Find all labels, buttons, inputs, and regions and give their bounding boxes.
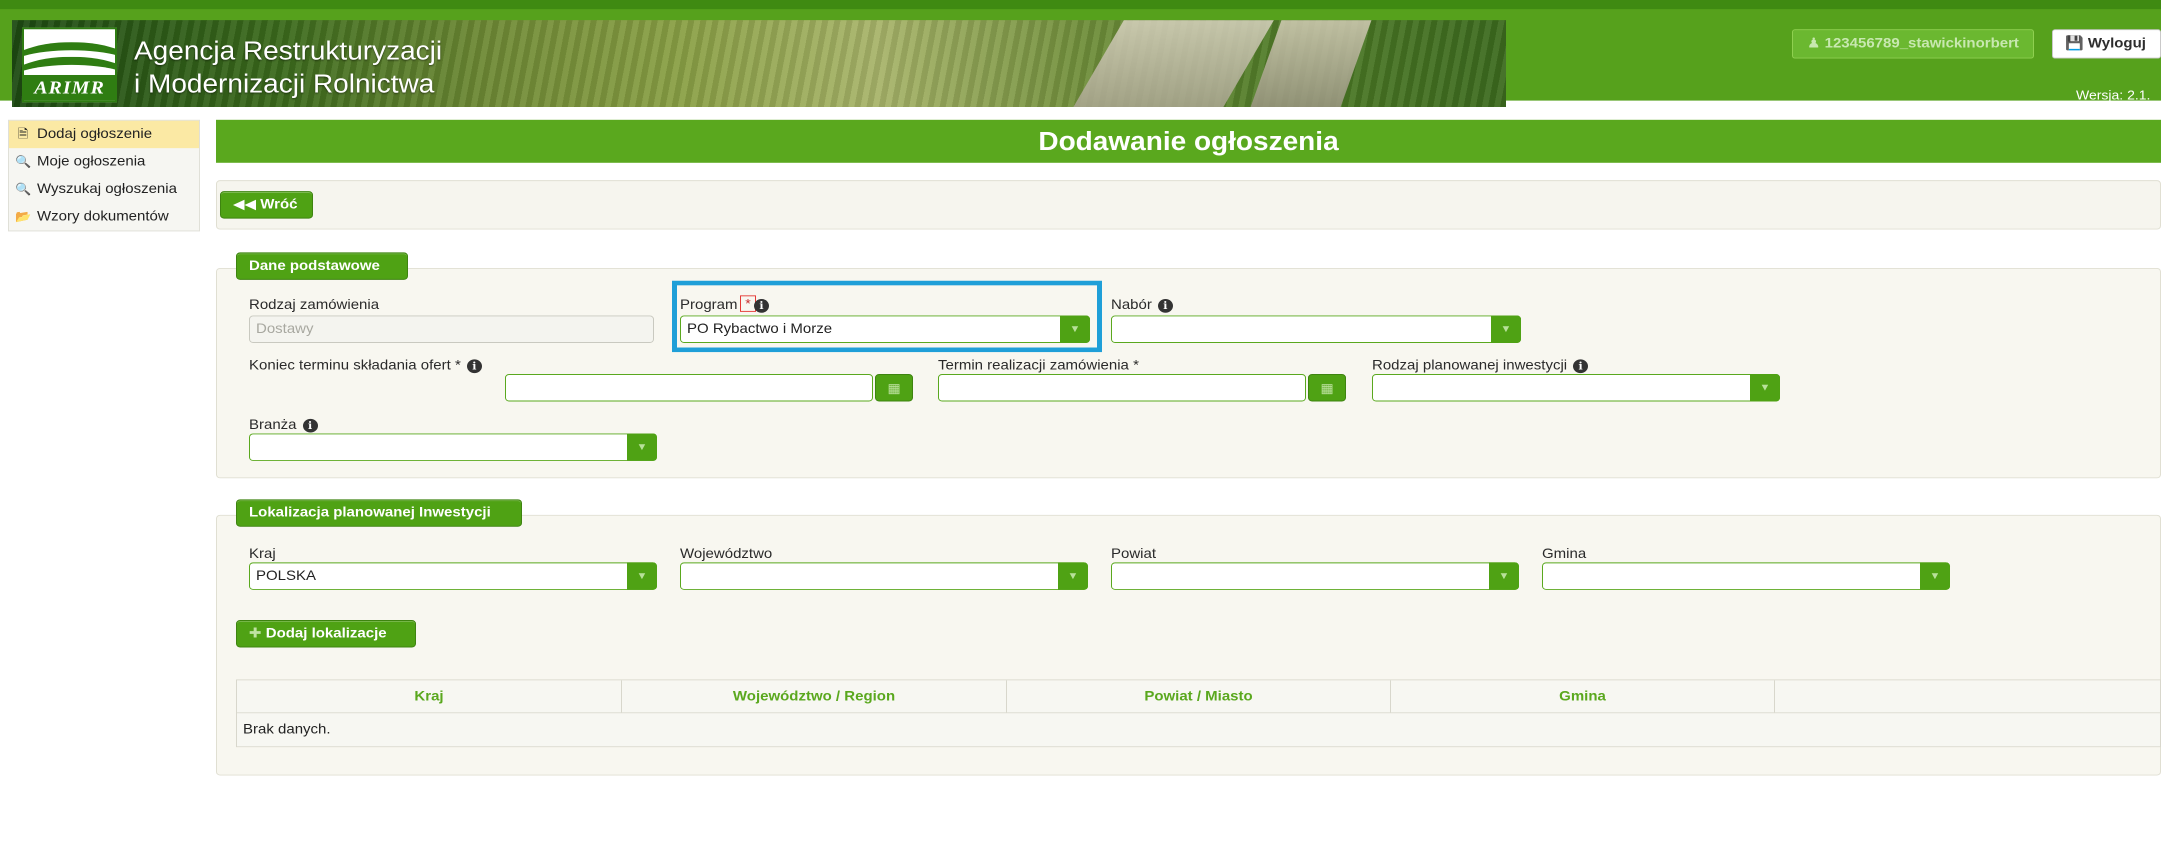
- column-kraj[interactable]: Kraj: [237, 680, 622, 713]
- kraj-dropdown-icon[interactable]: ▼: [627, 562, 657, 590]
- wojewodztwo-dropdown-icon[interactable]: ▼: [1058, 562, 1088, 590]
- branza-select[interactable]: [249, 433, 657, 461]
- column-powiat-miasto[interactable]: Powiat / Miasto: [1007, 680, 1391, 713]
- sidebar-item-wzory-dokumentow[interactable]: 📂 Wzory dokumentów: [9, 203, 199, 230]
- page-title: Dodawanie ogłoszenia: [216, 119, 2161, 163]
- document-icon: 🗎: [17, 127, 29, 141]
- nabor-select[interactable]: [1111, 315, 1521, 343]
- save-icon: 💾: [2065, 35, 2088, 52]
- rodzaj-inwestycji-dropdown-icon[interactable]: ▼: [1750, 374, 1780, 402]
- info-icon[interactable]: i: [302, 418, 318, 433]
- locations-table: Kraj Województwo / Region Powiat / Miast…: [236, 679, 2161, 748]
- powiat-select[interactable]: [1111, 562, 1519, 590]
- calendar-icon[interactable]: ▦: [1308, 374, 1346, 402]
- info-icon[interactable]: i: [466, 358, 482, 373]
- powiat-dropdown-icon[interactable]: ▼: [1489, 562, 1519, 590]
- add-location-button[interactable]: ✚ Dodaj lokalizacje: [236, 620, 416, 648]
- folder-open-icon: 📂: [15, 209, 32, 224]
- rodzaj-inwestycji-label: Rodzaj planowanej inwestycji i: [1372, 358, 1589, 373]
- gmina-dropdown-icon[interactable]: ▼: [1920, 562, 1950, 590]
- version-label: Wersja: 2.1.: [2076, 87, 2151, 103]
- sidebar-item-dodaj-ogloszenie[interactable]: 🗎 Dodaj ogłoszenie: [9, 120, 199, 149]
- user-button[interactable]: ♟ 123456789_stawickinorbert: [1792, 29, 2034, 59]
- section-lokalizacja: Lokalizacja planowanej Inwestycji: [236, 499, 522, 527]
- sidebar: 🗎 Dodaj ogłoszenie 🔍 Moje ogłoszenia 🔍 Wysz…: [8, 119, 200, 232]
- termin-realizacji-field[interactable]: [938, 374, 1306, 402]
- table-header: Kraj Województwo / Region Powiat / Miast…: [237, 680, 2160, 714]
- sidebar-item-moje-ogloszenia[interactable]: 🔍 Moje ogłoszenia: [9, 148, 199, 175]
- rodzaj-inwestycji-select[interactable]: [1372, 374, 1780, 402]
- termin-realizacji-label: Termin realizacji zamówienia *: [938, 357, 1139, 374]
- koniec-terminu-field[interactable]: [505, 374, 873, 402]
- search-icon: 🔍: [15, 154, 32, 169]
- double-left-icon: ◀◀: [233, 196, 261, 213]
- back-button[interactable]: ◀◀ Wróć: [220, 191, 313, 219]
- app-header: ARIMR Agencja Restrukturyzacji i Moderni…: [0, 0, 2161, 107]
- column-gmina[interactable]: Gmina: [1391, 680, 1775, 713]
- kraj-label: Kraj: [249, 545, 276, 562]
- info-icon[interactable]: i: [1157, 298, 1173, 313]
- rodzaj-zamowienia-label: Rodzaj zamówienia: [249, 297, 380, 313]
- table-empty-row: Brak danych.: [237, 713, 2160, 747]
- wojewodztwo-select[interactable]: [680, 562, 1088, 590]
- gmina-select[interactable]: [1542, 562, 1950, 590]
- logout-button[interactable]: 💾 Wyloguj: [2052, 29, 2161, 59]
- sidebar-item-wyszukaj-ogloszenia[interactable]: 🔍 Wyszukaj ogłoszenia: [9, 176, 199, 203]
- search-icon: 🔍: [15, 181, 32, 196]
- column-wojewodztwo-region[interactable]: Województwo / Region: [622, 680, 1007, 713]
- section-dane-podstawowe: Dane podstawowe: [236, 252, 408, 280]
- program-highlight-box: [672, 280, 1102, 353]
- nabor-dropdown-icon[interactable]: ▼: [1491, 315, 1521, 343]
- info-icon[interactable]: i: [1573, 358, 1589, 373]
- rodzaj-zamowienia-field: Dostawy: [249, 315, 654, 343]
- kraj-select[interactable]: POLSKA: [249, 562, 657, 590]
- powiat-label: Powiat: [1111, 545, 1157, 562]
- koniec-terminu-label: Koniec terminu składania ofert * i: [249, 358, 482, 373]
- column-actions: [1775, 680, 2160, 712]
- gmina-label: Gmina: [1542, 545, 1587, 562]
- user-icon: ♟: [1807, 35, 1825, 52]
- branza-dropdown-icon[interactable]: ▼: [627, 433, 657, 461]
- header-banner: ARIMR Agencja Restrukturyzacji i Moderni…: [12, 20, 1506, 107]
- branza-label: Branża i: [249, 417, 318, 433]
- back-toolbar: ◀◀ Wróć: [216, 180, 2161, 230]
- arimr-logo: ARIMR: [22, 27, 117, 103]
- plus-icon: ✚: [249, 625, 266, 642]
- agency-name: Agencja Restrukturyzacji i Modernizacji …: [134, 36, 443, 98]
- nabor-label: Nabór i: [1111, 297, 1173, 313]
- wojewodztwo-label: Województwo: [680, 545, 773, 562]
- calendar-icon[interactable]: ▦: [875, 374, 913, 402]
- logo-text: ARIMR: [24, 74, 115, 101]
